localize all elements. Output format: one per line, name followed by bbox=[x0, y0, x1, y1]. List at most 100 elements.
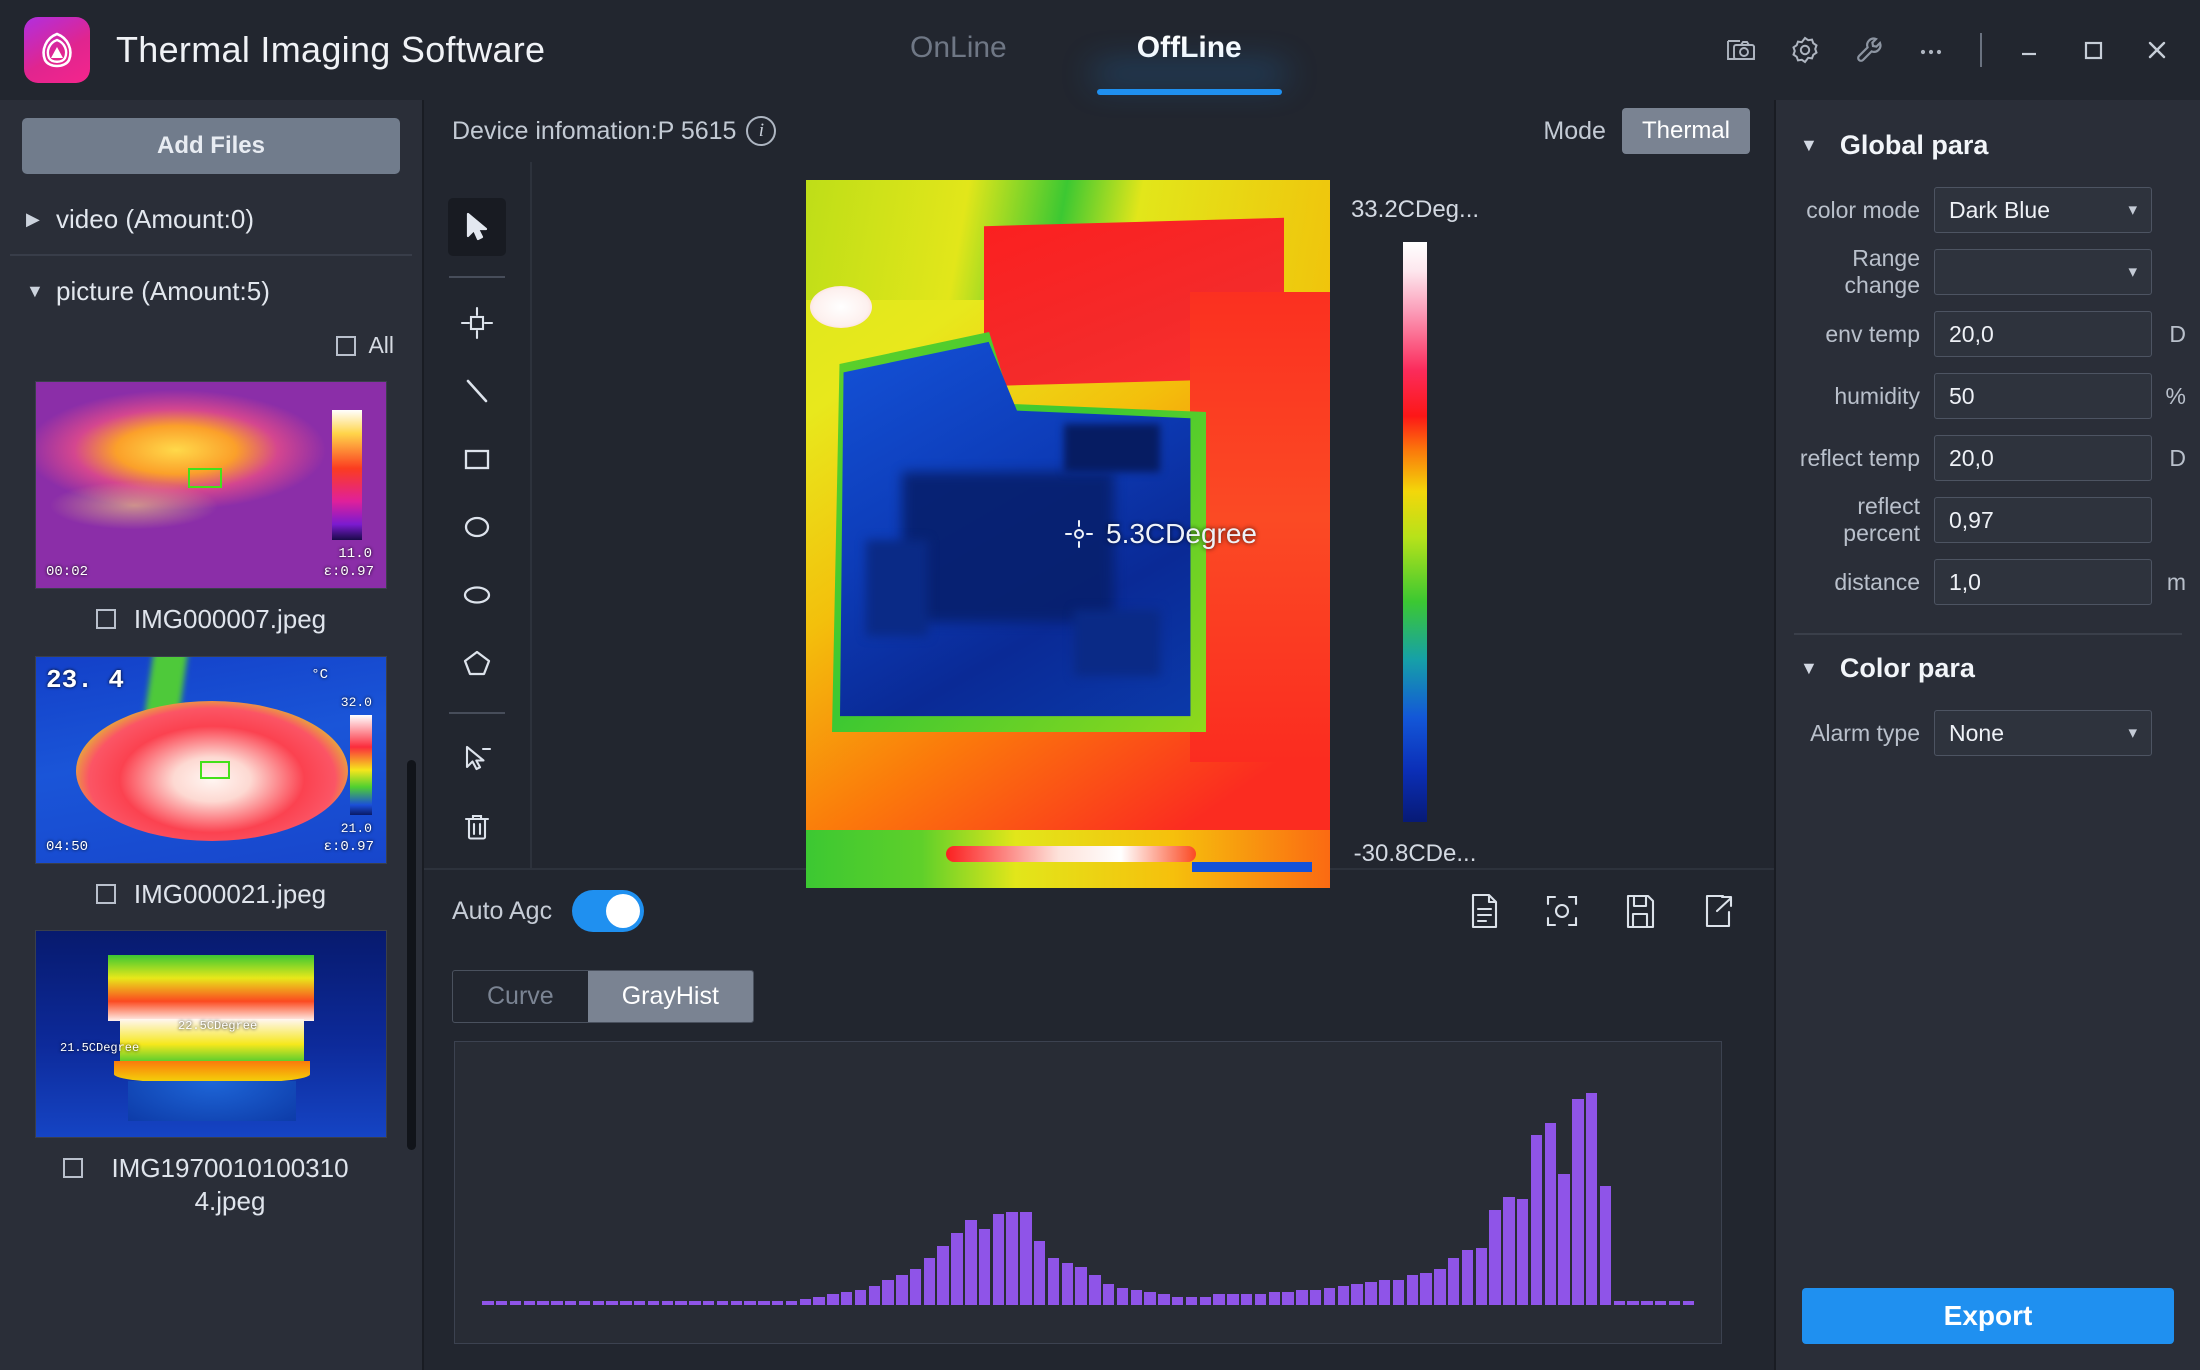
color-mode-value: Dark Blue bbox=[1949, 197, 2050, 224]
point-measure-tool[interactable] bbox=[448, 294, 506, 352]
range-change-select[interactable]: ▾ bbox=[1934, 249, 2152, 295]
more-options-icon[interactable] bbox=[1916, 33, 1950, 67]
list-item[interactable]: 21.5CDegree 22.5CDegree IMG1970010100310… bbox=[0, 930, 422, 1223]
histogram-bar bbox=[1476, 1248, 1487, 1305]
mode-thermal-button[interactable]: Thermal bbox=[1622, 108, 1750, 154]
device-info-bar: Device infomation:P 5615 i Mode Thermal bbox=[424, 100, 1774, 162]
focus-capture-icon[interactable] bbox=[1540, 889, 1584, 933]
histogram-bar bbox=[1351, 1284, 1362, 1305]
select-cursor-tool[interactable] bbox=[448, 198, 506, 256]
histogram-bar bbox=[1296, 1290, 1307, 1305]
humidity-input[interactable]: 50 bbox=[1934, 373, 2152, 419]
report-document-icon[interactable] bbox=[1462, 889, 1506, 933]
reflect-temp-input[interactable]: 20,0 bbox=[1934, 435, 2152, 481]
delete-tool[interactable] bbox=[448, 798, 506, 856]
histogram-bar bbox=[731, 1301, 742, 1305]
file-name: IMG000021.jpeg bbox=[134, 878, 326, 911]
export-button[interactable]: Export bbox=[1802, 1288, 2174, 1344]
field-unit: D bbox=[2152, 321, 2186, 348]
thumb-scale-high: 32.0 bbox=[341, 695, 372, 710]
maximize-button[interactable] bbox=[2076, 33, 2110, 67]
thermal-image-viewer[interactable]: 5.3CDegree 33.2CDeg... -30.8CDe... bbox=[532, 162, 1774, 868]
histogram-bar bbox=[1641, 1301, 1652, 1305]
ellipse-measure-tool[interactable] bbox=[448, 566, 506, 624]
rectangle-measure-tool[interactable] bbox=[448, 430, 506, 488]
histogram-bar bbox=[1517, 1199, 1528, 1305]
histogram-bar bbox=[1269, 1292, 1280, 1305]
histogram-bar bbox=[772, 1301, 783, 1305]
window-controls bbox=[1724, 0, 2174, 100]
thumb-scale-low: 11.0 bbox=[338, 546, 372, 562]
line-measure-tool[interactable] bbox=[448, 362, 506, 420]
save-floppy-icon[interactable] bbox=[1618, 889, 1662, 933]
add-files-button[interactable]: Add Files bbox=[22, 118, 400, 174]
thumbnail-preview[interactable]: 23. 4 °C 32.0 21.0 04:50 ε:0.97 bbox=[35, 656, 387, 864]
wrench-tool-icon[interactable] bbox=[1852, 33, 1886, 67]
device-information: Device infomation:P 5615 bbox=[452, 117, 736, 146]
minimize-button[interactable] bbox=[2012, 33, 2046, 67]
tab-grayhist[interactable]: GrayHist bbox=[588, 971, 753, 1022]
histogram-bar bbox=[1255, 1294, 1266, 1305]
list-item[interactable]: 23. 4 °C 32.0 21.0 04:50 ε:0.97 IMG00002… bbox=[0, 656, 422, 917]
histogram-bar bbox=[1531, 1135, 1542, 1305]
tab-online[interactable]: OnLine bbox=[900, 13, 1017, 87]
file-list-scrollbar[interactable] bbox=[407, 760, 416, 1150]
group-picture[interactable]: ▼ picture (Amount:5) bbox=[0, 256, 422, 326]
histogram-bar bbox=[1448, 1258, 1459, 1305]
section-global-para[interactable]: ▼ Global para bbox=[1776, 116, 2200, 179]
parameters-panel: ▼ Global para color mode Dark Blue ▾ Ran… bbox=[1776, 100, 2200, 1370]
histogram-bar bbox=[744, 1301, 755, 1305]
circle-measure-tool[interactable] bbox=[448, 498, 506, 556]
histogram-bar bbox=[1034, 1241, 1045, 1305]
distance-input[interactable]: 1,0 bbox=[1934, 559, 2152, 605]
histogram-bar bbox=[1365, 1282, 1376, 1305]
polygon-measure-tool[interactable] bbox=[448, 634, 506, 692]
grayhist-chart[interactable] bbox=[454, 1041, 1722, 1344]
export-share-icon[interactable] bbox=[1696, 889, 1740, 933]
chevron-down-icon: ▼ bbox=[1800, 658, 1818, 679]
alarm-type-select[interactable]: None ▾ bbox=[1934, 710, 2152, 756]
thumbnail-preview[interactable]: 11.0 00:02 ε:0.97 bbox=[35, 381, 387, 589]
env-temp-input[interactable]: 20,0 bbox=[1934, 311, 2152, 357]
temperature-scale: 33.2CDeg... -30.8CDe... bbox=[1330, 180, 1500, 868]
deselect-tool[interactable] bbox=[448, 730, 506, 788]
close-button[interactable] bbox=[2140, 33, 2174, 67]
field-env-temp: env temp 20,0 D bbox=[1776, 303, 2200, 365]
file-checkbox[interactable] bbox=[96, 609, 116, 629]
file-list[interactable]: 11.0 00:02 ε:0.97 IMG000007.jpeg bbox=[0, 363, 422, 1370]
histogram-bar bbox=[482, 1301, 493, 1305]
file-name-row[interactable]: IMG000007.jpeg bbox=[0, 589, 422, 642]
thermal-image[interactable]: 5.3CDegree bbox=[806, 180, 1330, 888]
settings-gear-icon[interactable] bbox=[1788, 33, 1822, 67]
group-picture-label: picture (Amount:5) bbox=[56, 276, 270, 307]
select-all-row[interactable]: All bbox=[0, 326, 422, 363]
color-scale-bar[interactable] bbox=[1403, 242, 1427, 822]
section-color-para[interactable]: ▼ Color para bbox=[1776, 639, 2200, 702]
histogram-bar bbox=[910, 1269, 921, 1305]
tab-curve[interactable]: Curve bbox=[453, 971, 588, 1022]
thumbnail-preview[interactable]: 21.5CDegree 22.5CDegree bbox=[35, 930, 387, 1138]
scale-max-label: 33.2CDeg... bbox=[1351, 196, 1479, 224]
auto-agc-toggle[interactable] bbox=[572, 890, 644, 932]
info-icon[interactable]: i bbox=[746, 116, 776, 146]
histogram-bar bbox=[1393, 1280, 1404, 1305]
file-checkbox[interactable] bbox=[96, 884, 116, 904]
histogram-bar bbox=[1048, 1258, 1059, 1305]
list-item[interactable]: 11.0 00:02 ε:0.97 IMG000007.jpeg bbox=[0, 381, 422, 642]
file-name-row[interactable]: IMG000021.jpeg bbox=[0, 864, 422, 917]
histogram-bar bbox=[1655, 1301, 1666, 1305]
group-video[interactable]: ▶ video (Amount:0) bbox=[0, 184, 422, 254]
color-mode-select[interactable]: Dark Blue ▾ bbox=[1934, 187, 2152, 233]
file-checkbox[interactable] bbox=[63, 1158, 83, 1178]
screenshot-icon[interactable] bbox=[1724, 33, 1758, 67]
file-name-row[interactable]: IMG19700101003104.jpeg bbox=[0, 1138, 422, 1223]
histogram-bar bbox=[551, 1301, 562, 1305]
reflect-percent-input[interactable]: 0,97 bbox=[1934, 497, 2152, 543]
histogram-bar bbox=[1600, 1186, 1611, 1305]
chevron-down-icon: ▼ bbox=[1800, 135, 1818, 156]
select-all-checkbox[interactable] bbox=[336, 336, 356, 356]
temperature-marker[interactable]: 5.3CDegree bbox=[1064, 518, 1257, 550]
tab-offline[interactable]: OffLine bbox=[1127, 13, 1252, 87]
histogram-bar bbox=[1006, 1212, 1017, 1305]
scale-min-label: -30.8CDe... bbox=[1354, 840, 1477, 868]
